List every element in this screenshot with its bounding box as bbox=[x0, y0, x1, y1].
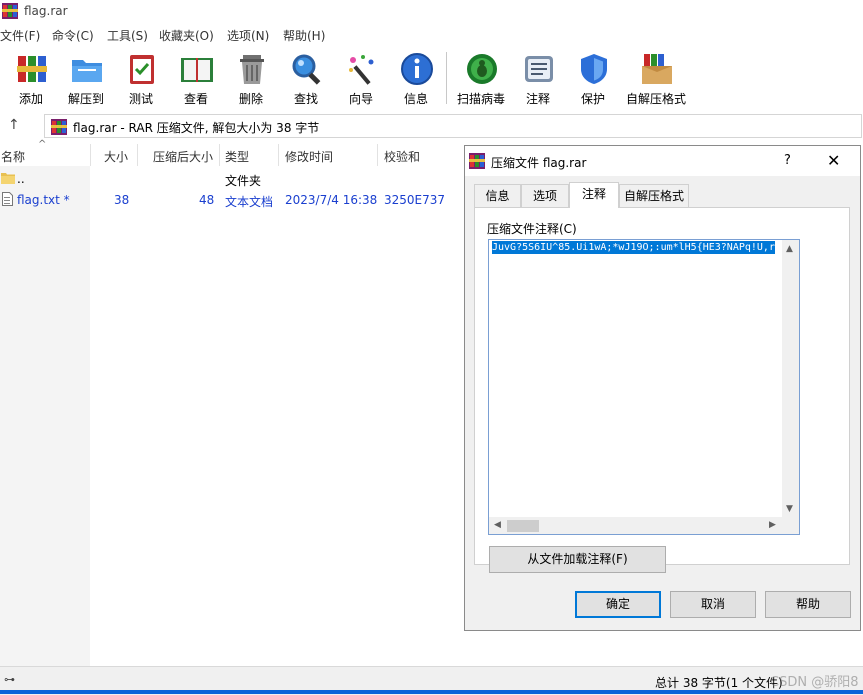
info-label: 信息 bbox=[403, 92, 428, 106]
window-title: flag.rar bbox=[24, 4, 68, 18]
menu-favorites[interactable]: 收藏夹(O) bbox=[159, 27, 214, 44]
cell-modified: 2023/7/4 16:38 bbox=[285, 193, 378, 207]
comment-selected-text[interactable]: JuvG?5S6IU^85.Ui1wA;*wJ19O;:um*lH5{HE3?N… bbox=[492, 241, 775, 254]
cell-size: 38 bbox=[114, 193, 130, 207]
status-text: 总计 38 字节(1 个文件) bbox=[655, 676, 783, 690]
column-modified[interactable]: 修改时间 bbox=[285, 148, 333, 165]
column-size[interactable]: 大小 bbox=[104, 148, 128, 165]
column-divider[interactable] bbox=[278, 144, 279, 166]
view-book-icon bbox=[181, 58, 213, 82]
test-clipboard-icon bbox=[130, 55, 154, 84]
menu-bar: 文件(F) 命令(C) 工具(S) 收藏夹(O) 选项(N) 帮助(H) bbox=[0, 24, 863, 46]
cancel-button[interactable]: 取消 bbox=[670, 591, 756, 618]
vertical-scrollbar[interactable]: ▲ ▼ bbox=[782, 240, 799, 517]
dialog-title-bar[interactable]: 压缩文件 flag.rar ? ✕ bbox=[465, 146, 860, 176]
column-divider[interactable] bbox=[219, 144, 220, 166]
column-type[interactable]: 类型 bbox=[225, 148, 249, 165]
virus-scan-icon bbox=[467, 54, 497, 84]
help-button[interactable]: 帮助 bbox=[765, 591, 851, 618]
table-row-flag-txt[interactable]: flag.txt * 38 48 文本文档 2023/7/4 16:38 325… bbox=[0, 190, 463, 210]
find-magnifier-icon bbox=[292, 54, 321, 85]
comment-textarea[interactable]: JuvG?5S6IU^85.Ui1wA;*wJ19O;:um*lH5{HE3?N… bbox=[488, 239, 800, 535]
protect-shield-icon bbox=[581, 54, 607, 84]
winrar-app-icon bbox=[2, 3, 18, 19]
menu-options[interactable]: 选项(N) bbox=[227, 27, 269, 44]
protect-label: 保护 bbox=[580, 92, 605, 106]
scroll-left-icon[interactable]: ◀ bbox=[494, 520, 501, 530]
archive-properties-dialog: 压缩文件 flag.rar ? ✕ 信息 选项 注释 自解压格式 压缩文件注释(… bbox=[464, 145, 861, 631]
column-name[interactable]: 名称 bbox=[1, 148, 25, 165]
load-comment-from-file-button[interactable]: 从文件加载注释(F) bbox=[489, 546, 666, 573]
up-arrow-icon[interactable]: ↑ bbox=[8, 117, 20, 133]
address-path: flag.rar - RAR 压缩文件, 解包大小为 38 字节 bbox=[73, 121, 320, 135]
watermark-text: CSDN @骄阳8 bbox=[770, 675, 859, 690]
cell-name: .. bbox=[17, 172, 25, 186]
file-list: .. 文件夹 flag.txt * 38 48 文本文档 2023/7/4 16… bbox=[0, 166, 463, 666]
sfx-button[interactable]: 自解压格式 bbox=[626, 50, 686, 108]
comment-tab-panel: 压缩文件注释(C) JuvG?5S6IU^85.Ui1wA;*wJ19O;:um… bbox=[474, 207, 850, 565]
cell-type: 文件夹 bbox=[225, 174, 262, 188]
wizard-wand-icon bbox=[349, 55, 374, 85]
scroll-up-icon[interactable]: ▲ bbox=[786, 244, 793, 254]
tab-info[interactable]: 信息 bbox=[474, 184, 521, 207]
menu-tools[interactable]: 工具(S) bbox=[107, 27, 148, 44]
winrar-dialog-icon bbox=[469, 153, 485, 169]
folder-icon bbox=[1, 173, 15, 184]
cell-name: flag.txt * bbox=[17, 193, 70, 207]
sfx-box-icon bbox=[642, 54, 672, 84]
cell-type: 文本文档 bbox=[225, 195, 274, 209]
address-field[interactable]: flag.rar - RAR 压缩文件, 解包大小为 38 字节 bbox=[44, 114, 862, 138]
column-crc[interactable]: 校验和 bbox=[384, 148, 420, 165]
scroll-right-icon[interactable]: ▶ bbox=[769, 520, 776, 530]
close-icon[interactable]: ✕ bbox=[827, 151, 840, 170]
title-bar: flag.rar bbox=[0, 0, 863, 24]
virus-scan-button[interactable]: 扫描病毒 bbox=[453, 50, 509, 108]
sort-caret-icon: ^ bbox=[38, 139, 47, 150]
comment-field-label: 压缩文件注释(C) bbox=[487, 222, 577, 236]
menu-command[interactable]: 命令(C) bbox=[52, 27, 94, 44]
table-row-parent[interactable]: .. 文件夹 bbox=[0, 169, 463, 189]
tab-comment[interactable]: 注释 bbox=[569, 182, 619, 208]
horizontal-scrollbar[interactable]: ◀ ▶ bbox=[489, 517, 782, 534]
extract-folder-icon bbox=[72, 60, 102, 82]
text-file-icon bbox=[2, 192, 13, 206]
tab-sfx[interactable]: 自解压格式 bbox=[619, 184, 689, 207]
dialog-title: 压缩文件 flag.rar bbox=[491, 156, 587, 170]
ok-button[interactable]: 确定 bbox=[575, 591, 661, 618]
column-divider[interactable] bbox=[377, 144, 378, 166]
cell-crc: 3250E737 bbox=[384, 193, 446, 207]
info-icon bbox=[401, 53, 433, 85]
protect-button[interactable]: 保护 bbox=[565, 50, 621, 108]
add-archive-icon bbox=[17, 56, 47, 82]
column-divider[interactable] bbox=[137, 144, 138, 166]
scroll-down-icon[interactable]: ▼ bbox=[786, 504, 793, 514]
column-divider[interactable] bbox=[90, 144, 91, 166]
scroll-corner bbox=[782, 517, 799, 534]
delete-trash-icon bbox=[240, 55, 264, 84]
column-packed[interactable]: 压缩后大小 bbox=[153, 148, 213, 165]
address-bar: ↑ flag.rar - RAR 压缩文件, 解包大小为 38 字节 bbox=[0, 113, 863, 141]
cell-packed: 48 bbox=[199, 193, 215, 207]
info-button[interactable]: 信息 bbox=[388, 50, 444, 108]
menu-help[interactable]: 帮助(H) bbox=[283, 27, 325, 44]
file-list-header: 名称 ^ 大小 压缩后大小 类型 修改时间 校验和 bbox=[0, 139, 463, 166]
rar-file-icon bbox=[51, 119, 67, 135]
menu-file[interactable]: 文件(F) bbox=[0, 27, 40, 44]
sfx-label: 自解压格式 bbox=[625, 92, 686, 106]
status-drive-icons[interactable]: ⊶ bbox=[4, 673, 15, 686]
comment-icon bbox=[525, 56, 553, 82]
taskbar-edge bbox=[0, 690, 863, 694]
tab-options[interactable]: 选项 bbox=[521, 184, 569, 207]
horizontal-scroll-thumb[interactable] bbox=[507, 520, 539, 532]
toolbar: 添加 解压到 测试 查看 删除 查找 向导 信息 扫描病毒 注释 保护 自解压格… bbox=[0, 46, 863, 110]
help-question-icon[interactable]: ? bbox=[784, 153, 791, 168]
